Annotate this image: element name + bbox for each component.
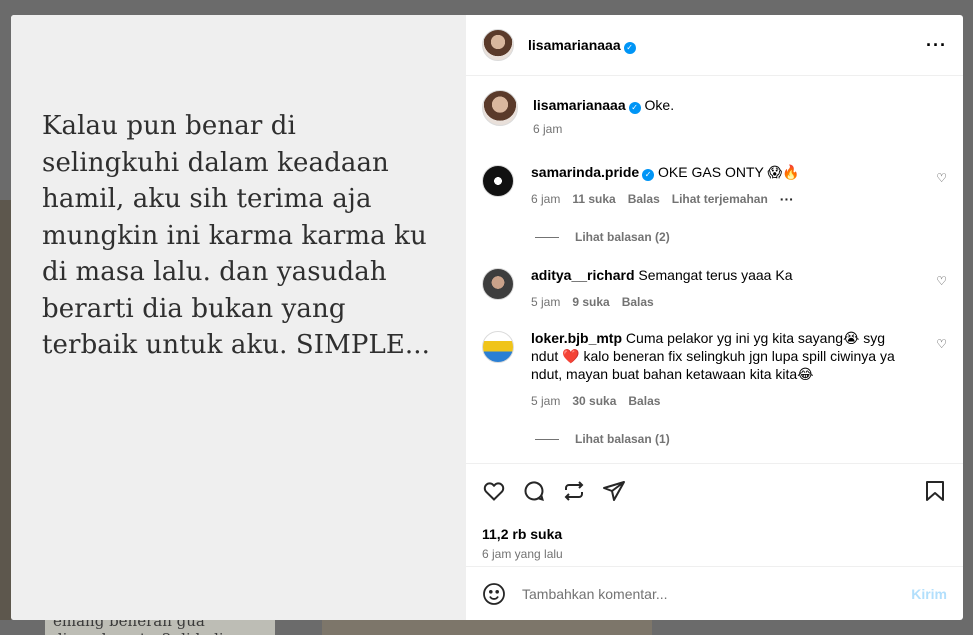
verified-badge-icon: ✓ (642, 169, 655, 181)
likes-count[interactable]: 11,2 rb suka (466, 526, 963, 542)
post-comment-button[interactable]: Kirim (911, 586, 947, 602)
comment-like-heart-icon[interactable]: ♡ (936, 274, 947, 288)
post-quote-text: Kalau pun benar di selingkuhi dalam kead… (42, 111, 431, 360)
avatar[interactable] (482, 90, 518, 126)
avatar[interactable] (482, 165, 514, 197)
view-replies-button[interactable]: Lihat balasan (2) (535, 230, 947, 244)
post-image[interactable]: Kalau pun benar di selingkuhi dalam kead… (11, 15, 465, 620)
comment-username[interactable]: samarinda.pride (531, 164, 639, 180)
comments-list[interactable]: lisamarianaaa ✓ Oke. 6 jam samarinda.prid… (466, 76, 963, 463)
comment-bubble-icon[interactable] (522, 479, 546, 503)
comment-likes[interactable]: 9 suka (572, 293, 609, 311)
reply-button[interactable]: Balas (628, 190, 660, 208)
comment-time[interactable]: 5 jam (531, 293, 560, 311)
comment-time[interactable]: 5 jam (531, 392, 560, 410)
comment-item: loker.bjb_mtp Cuma pelakor yg ini yg kit… (482, 329, 947, 410)
verified-badge-icon: ✓ (623, 41, 636, 54)
comment-like-heart-icon[interactable]: ♡ (936, 171, 947, 185)
comment-text: Semangat terus yaaa Ka (638, 267, 793, 283)
comment-username[interactable]: aditya__richard (531, 267, 635, 283)
comment-text: OKE GAS ONTY 😱🔥 (658, 164, 800, 180)
caption: lisamarianaaa ✓ Oke. 6 jam (482, 90, 947, 138)
caption-username[interactable]: lisamarianaaa (533, 97, 626, 113)
comment-item: aditya__richard Semangat terus yaaa Ka 5… (482, 266, 947, 311)
bookmark-icon[interactable] (923, 479, 947, 503)
avatar[interactable] (482, 331, 514, 363)
caption-time[interactable]: 6 jam (533, 120, 562, 138)
repost-icon[interactable] (562, 479, 586, 503)
emoji-smiley-icon[interactable] (482, 582, 506, 606)
post-side-panel: lisamarianaaa ✓ ··· lisamarianaaa ✓ Oke. 6… (465, 15, 963, 620)
background-thumbnail (0, 200, 11, 620)
verified-badge-icon: ✓ (628, 102, 641, 114)
background-thumbnail (322, 620, 652, 635)
replies-divider (535, 438, 559, 440)
post-time-ago[interactable]: 6 jam yang lalu (466, 547, 963, 561)
post-header: lisamarianaaa ✓ ··· (466, 15, 963, 76)
view-replies-label: Lihat balasan (1) (575, 432, 670, 446)
like-heart-icon[interactable] (482, 479, 506, 503)
add-comment-bar: Kirim (466, 566, 963, 620)
post-modal: Kalau pun benar di selingkuhi dalam kead… (11, 15, 963, 620)
action-bar (466, 463, 963, 518)
see-translation-button[interactable]: Lihat terjemahan (672, 190, 768, 208)
comment-more-button[interactable]: ··· (780, 190, 794, 208)
more-options-button[interactable]: ··· (926, 35, 947, 56)
post-footer: 11,2 rb suka 6 jam yang lalu Kirim (466, 463, 963, 620)
comment-likes[interactable]: 30 suka (572, 392, 616, 410)
comment-item: samarinda.pride ✓ OKE GAS ONTY 😱🔥 6 jam 1… (482, 163, 947, 208)
replies-divider (535, 236, 559, 238)
share-send-icon[interactable] (602, 479, 626, 503)
comment-likes[interactable]: 11 suka (572, 190, 615, 208)
reply-button[interactable]: Balas (628, 392, 660, 410)
view-replies-button[interactable]: Lihat balasan (1) (535, 432, 947, 446)
avatar[interactable] (482, 268, 514, 300)
comment-username[interactable]: loker.bjb_mtp (531, 330, 622, 346)
comment-time[interactable]: 6 jam (531, 190, 560, 208)
comment-input[interactable] (522, 585, 912, 602)
author-username-text[interactable]: lisamarianaaa (528, 37, 621, 53)
comment-like-heart-icon[interactable]: ♡ (936, 337, 947, 351)
author-username[interactable]: lisamarianaaa ✓ (528, 37, 636, 54)
view-replies-label: Lihat balasan (2) (575, 230, 670, 244)
avatar[interactable] (482, 29, 514, 61)
caption-text: Oke. (644, 97, 675, 113)
reply-button[interactable]: Balas (622, 293, 654, 311)
